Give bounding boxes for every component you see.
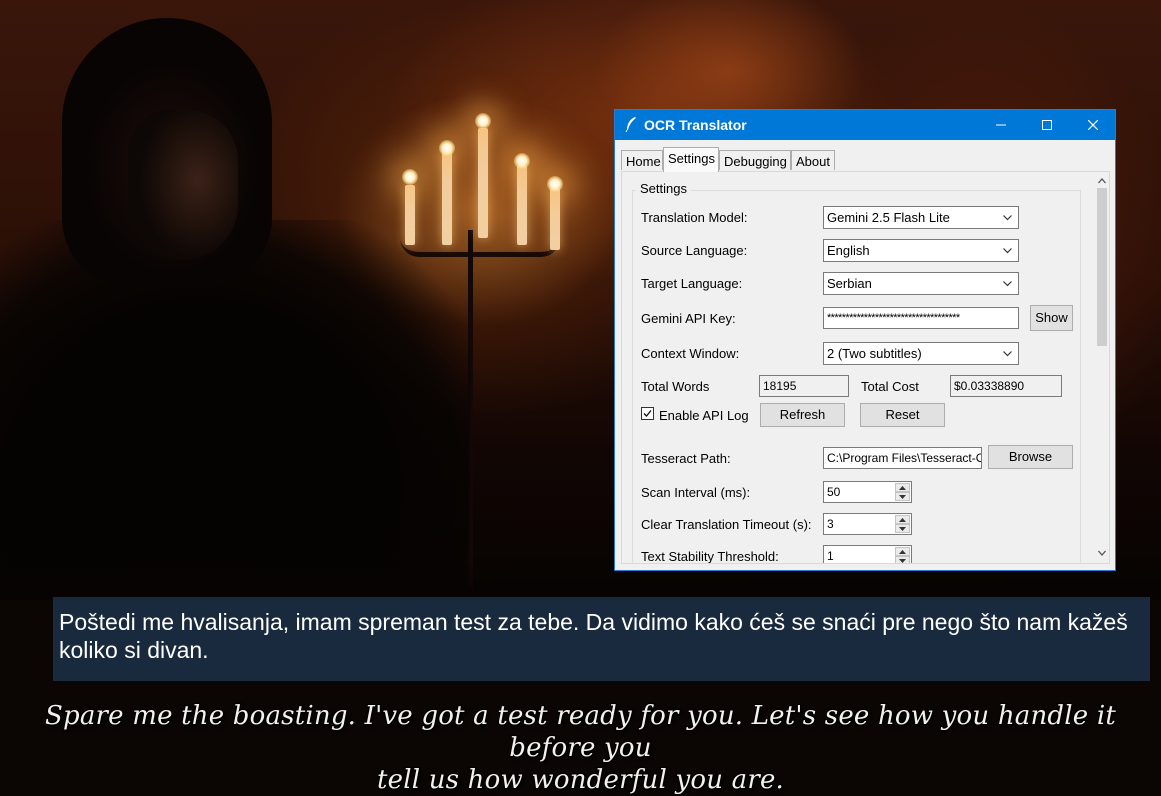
- target-language-label: Target Language:: [641, 276, 743, 291]
- title-bar[interactable]: OCR Translator: [615, 110, 1115, 140]
- chevron-down-icon: [1003, 351, 1012, 357]
- context-window-label: Context Window:: [641, 346, 740, 361]
- close-icon: [1088, 120, 1098, 130]
- candle: [517, 165, 527, 245]
- tab-about[interactable]: About: [791, 150, 835, 170]
- settings-scrollbar[interactable]: [1093, 172, 1109, 563]
- chevron-down-icon: [1003, 215, 1012, 221]
- reset-button[interactable]: Reset: [860, 403, 945, 427]
- source-language-label: Source Language:: [641, 243, 748, 258]
- minimize-icon: [996, 124, 1006, 126]
- total-cost-value: $0.03338890: [954, 379, 1025, 393]
- refresh-button[interactable]: Refresh: [760, 403, 845, 427]
- stability-threshold-value: 1: [827, 549, 834, 563]
- tesseract-path-value: C:\Program Files\Tesseract-OCR\tesseract…: [827, 451, 981, 465]
- candle-flame: [439, 140, 455, 156]
- total-words-field: 18195: [759, 375, 849, 397]
- tab-settings[interactable]: Settings: [663, 147, 719, 172]
- subtitle-line: Spare me the boasting. I've got a test r…: [44, 701, 1116, 763]
- tab-debugging[interactable]: Debugging: [719, 150, 791, 170]
- translation-model-value: Gemini 2.5 Flash Lite: [827, 210, 950, 225]
- maximize-button[interactable]: [1024, 110, 1070, 140]
- spin-down-button[interactable]: [895, 492, 910, 501]
- subtitle-line: tell us how wonderful you are.: [377, 765, 784, 795]
- scan-interval-spinbox[interactable]: 50: [823, 481, 912, 503]
- target-language-value: Serbian: [827, 276, 872, 291]
- character-face: [128, 110, 238, 260]
- minimize-button[interactable]: [978, 110, 1024, 140]
- chevron-up-icon: [899, 486, 906, 490]
- tesseract-path-input[interactable]: C:\Program Files\Tesseract-OCR\tesseract…: [823, 447, 982, 469]
- ocr-translator-window: OCR Translator Home Settings Debugging A…: [614, 109, 1116, 571]
- chevron-down-icon: [899, 559, 906, 563]
- context-window-value: 2 (Two subtitles): [827, 346, 922, 361]
- total-cost-field: $0.03338890: [950, 375, 1062, 397]
- translation-model-select[interactable]: Gemini 2.5 Flash Lite: [823, 206, 1019, 229]
- candle: [478, 128, 488, 238]
- clear-timeout-spinbox[interactable]: 3: [823, 513, 912, 535]
- spin-down-button[interactable]: [895, 556, 910, 563]
- quill-icon: [624, 116, 638, 133]
- chevron-down-icon: [1003, 281, 1012, 287]
- source-language-select[interactable]: English: [823, 239, 1019, 262]
- clear-timeout-value: 3: [827, 517, 834, 531]
- candle: [550, 188, 560, 250]
- spin-up-button[interactable]: [895, 515, 910, 524]
- chevron-up-icon: [899, 518, 906, 522]
- scroll-down-icon[interactable]: [1097, 548, 1107, 558]
- target-language-select[interactable]: Serbian: [823, 272, 1019, 295]
- chevron-down-icon: [899, 495, 906, 499]
- translation-model-label: Translation Model:: [641, 210, 748, 225]
- browse-button[interactable]: Browse: [988, 445, 1073, 469]
- stability-threshold-label: Text Stability Threshold:: [641, 549, 779, 564]
- total-cost-label: Total Cost: [861, 379, 919, 394]
- close-button[interactable]: [1070, 110, 1116, 140]
- game-subtitle: Spare me the boasting. I've got a test r…: [0, 700, 1161, 796]
- spin-down-button[interactable]: [895, 524, 910, 533]
- scan-interval-label: Scan Interval (ms):: [641, 485, 751, 500]
- settings-panel: Settings Translation Model: Gemini 2.5 F…: [621, 171, 1110, 564]
- source-language-value: English: [827, 243, 870, 258]
- scroll-up-icon[interactable]: [1097, 176, 1107, 186]
- translated-text: Poštedi me hvalisanja, imam spreman test…: [59, 609, 1128, 663]
- maximize-icon: [1042, 120, 1052, 130]
- enable-api-log-label: Enable API Log: [659, 408, 749, 423]
- tab-home[interactable]: Home: [621, 150, 663, 170]
- api-key-input[interactable]: ************************************: [823, 307, 1019, 329]
- settings-group-label: Settings: [636, 181, 691, 196]
- checkmark-icon: [643, 410, 652, 417]
- chevron-down-icon: [1003, 248, 1012, 254]
- stability-threshold-spinbox[interactable]: 1: [823, 545, 912, 563]
- chevron-down-icon: [899, 527, 906, 531]
- enable-api-log-checkbox[interactable]: [641, 407, 654, 420]
- scrollbar-thumb[interactable]: [1097, 188, 1107, 346]
- total-words-label: Total Words: [641, 379, 710, 394]
- chevron-up-icon: [899, 550, 906, 554]
- show-api-key-button[interactable]: Show: [1030, 305, 1073, 331]
- spin-up-button[interactable]: [895, 483, 910, 492]
- candle-flame: [402, 169, 418, 185]
- candle-flame: [475, 113, 491, 129]
- api-key-label: Gemini API Key:: [641, 311, 736, 326]
- api-key-value: ************************************: [827, 312, 960, 324]
- candle-flame: [514, 153, 530, 169]
- context-window-select[interactable]: 2 (Two subtitles): [823, 342, 1019, 365]
- candle-flame: [547, 176, 563, 192]
- total-words-value: 18195: [763, 379, 797, 393]
- spin-up-button[interactable]: [895, 547, 910, 556]
- tesseract-path-label: Tesseract Path:: [641, 451, 731, 466]
- scan-interval-value: 50: [827, 485, 841, 499]
- translation-overlay: Poštedi me hvalisanja, imam spreman test…: [53, 597, 1150, 681]
- clear-timeout-label: Clear Translation Timeout (s):: [641, 517, 812, 532]
- window-title: OCR Translator: [644, 117, 747, 133]
